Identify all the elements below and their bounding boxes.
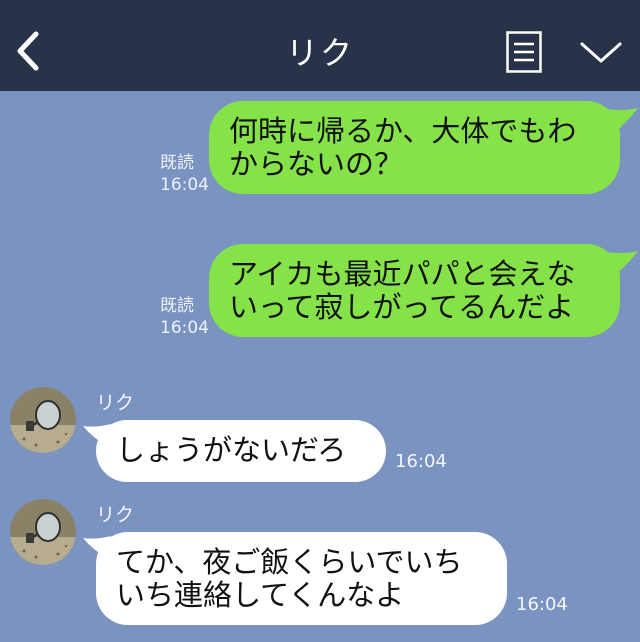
message-time: 16:04 [160,318,209,338]
read-receipt: 既読 16:04 [160,295,209,339]
chevron-down-icon [580,42,622,63]
menu-button[interactable] [506,31,542,73]
sender-name: リク [96,504,135,526]
avatar[interactable] [10,387,76,453]
read-receipt: 既読 16:04 [160,152,209,196]
message-time: 16:04 [395,451,447,472]
chat-title: リク [285,34,354,72]
sender-name: リク [96,392,135,414]
message-bubble[interactable]: てか、夜ご飯くらいでいち いち連絡してくんなよ [96,532,507,625]
avatar-photo-icon [10,387,76,453]
message-bubble[interactable]: しょうがないだろ [96,420,386,482]
avatar[interactable] [10,499,76,565]
message-bubble[interactable]: 何時に帰るか、大体でもわ からないの？ [209,101,620,194]
message-bubble[interactable]: アイカも最近パパと会えな いって寂しがってるんだよ [209,244,620,337]
collapse-button[interactable] [578,36,624,68]
message-time: 16:04 [160,175,209,195]
message-time: 16:04 [516,594,568,615]
avatar-photo-icon [10,499,76,565]
read-label: 既読 [160,296,194,316]
list-icon [506,31,542,73]
chat-header: リク [0,0,640,91]
read-label: 既読 [160,153,194,173]
